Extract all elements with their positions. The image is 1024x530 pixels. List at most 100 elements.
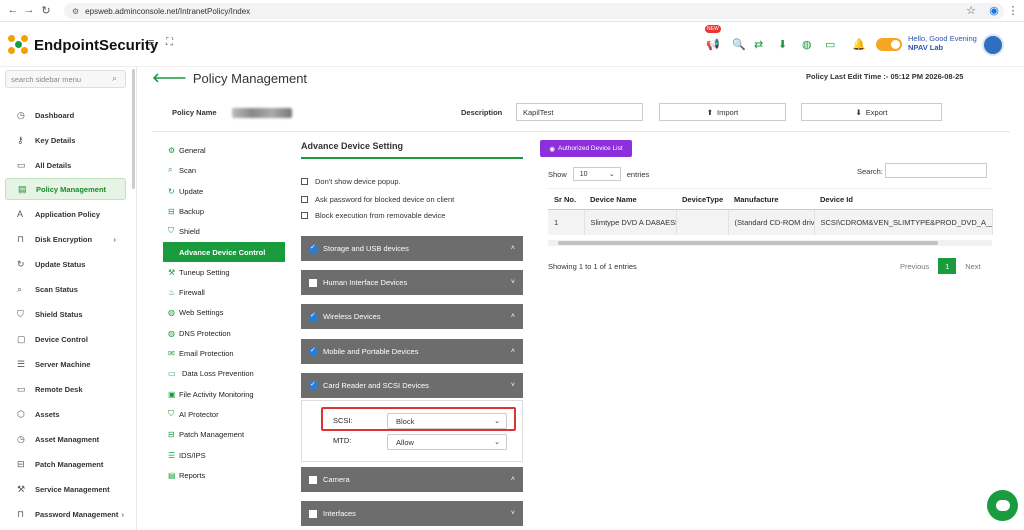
theme-toggle[interactable] [876,38,902,51]
bell-icon[interactable]: 🔔 [852,38,866,51]
section-checkbox[interactable] [309,243,317,253]
col-sr-no[interactable]: Sr No. [548,188,584,210]
sync-icon[interactable]: ⇄ [754,38,763,51]
section-checkbox[interactable] [309,380,317,390]
sidebar-item-scan-status[interactable]: ⌕ Scan Status [5,278,126,300]
card-icon[interactable]: ▭ [825,38,835,51]
export-button[interactable]: ⬇ Export [801,103,942,121]
authorized-device-list-button[interactable]: ◉ Authorized Device List [540,140,632,157]
profile-icon[interactable]: ◉ [985,4,1003,17]
sidebar-item-service-management[interactable]: ⚒ Service Management [5,478,126,500]
table-search-input[interactable] [885,163,987,178]
sidebar-item-password-management[interactable]: ⊓ Password Management › [5,503,126,525]
sidebar-search-input[interactable]: search sidebar menu ⌕ [5,70,126,88]
sidebar-item-update-status[interactable]: ↻ Update Status [5,253,126,275]
description-input[interactable]: KapilTest [516,103,643,121]
announcement-icon[interactable]: 📢 [706,38,720,51]
page-1-button[interactable]: 1 [938,258,957,274]
checkbox[interactable] [301,178,308,185]
table-horizontal-scrollbar[interactable] [548,240,992,246]
import-button[interactable]: ⬆ Import [659,103,786,121]
fullscreen-icon[interactable]: ⛶ [166,37,173,48]
col-device-name[interactable]: Device Name [584,188,676,210]
tab-advance-device-control[interactable]: Advance Device Control [163,242,285,262]
globe-icon[interactable]: ◍ [802,38,812,51]
tab-file-activity-monitoring[interactable]: ▣ File Activity Monitoring [163,384,285,404]
sidebar-item-device-control[interactable]: ▢ Device Control [5,328,126,350]
col-device-id[interactable]: Device Id [814,188,992,210]
sidebar-item-all-details[interactable]: ▭ All Details [5,154,126,176]
section-checkbox[interactable] [309,311,317,321]
sidebar-item-policy-management[interactable]: ▤ Policy Management [5,178,126,200]
logo[interactable]: EndpointSecurity [8,35,158,55]
section-card-reader-scsi[interactable]: Card Reader and SCSI Devices ˅ [301,373,523,398]
chevron-up-icon[interactable]: ˄ [511,348,515,355]
table-row[interactable]: 1 Slimtype DVD A DA8AESH (Standard CD-RO… [548,209,993,235]
section-camera[interactable]: Camera ˄ [301,467,523,492]
sidebar-item-disk-encryption[interactable]: ⊓ Disk Encryption › [5,228,126,250]
forward-icon[interactable]: → [20,4,38,16]
download-icon[interactable]: ⬇ [778,38,787,51]
chevron-down-icon[interactable]: ˅ [511,279,515,286]
checkbox[interactable] [301,196,308,203]
chevron-down-icon[interactable]: ˅ [511,510,515,517]
tab-dns-protection[interactable]: ◍ DNS Protection [163,323,285,343]
tab-email-protection[interactable]: ✉ Email Protection [163,343,285,363]
sidebar-item-asset-managment[interactable]: ◷ Asset Managment [5,428,126,450]
tab-ai-protector[interactable]: ⛉ AI Protector [163,404,285,424]
tab-web-settings[interactable]: ◍ Web Settings [163,302,285,322]
sidebar-item-patch-management[interactable]: ⊟ Patch Management [5,453,126,475]
tab-update[interactable]: ↻ Update [163,181,285,201]
avatar[interactable] [982,34,1004,56]
sidebar-item-application-policy[interactable]: A Application Policy [5,203,126,225]
menu-dots-icon[interactable]: ⋮ [1004,4,1022,17]
sidebar-item-dashboard[interactable]: ◷ Dashboard [5,104,126,126]
hamburger-menu-icon[interactable]: ≡ [148,37,154,49]
option-block-execution[interactable]: Block execution from removable device [301,211,445,220]
next-button[interactable]: Next [965,262,980,271]
chat-button[interactable] [987,490,1018,521]
option-dont-show-popup[interactable]: Don't show device popup. [301,177,401,186]
entries-select[interactable]: 10 ⌄ [572,167,621,181]
section-wireless[interactable]: Wireless Devices ˄ [301,304,523,329]
tab-firewall[interactable]: ♨ Firewall [163,282,285,302]
tab-reports[interactable]: ▤ Reports [163,465,285,485]
option-ask-password[interactable]: Ask password for blocked device on clien… [301,195,454,204]
tab-patch-management[interactable]: ⊟ Patch Management [163,424,285,444]
sidebar-item-assets[interactable]: ⬡ Assets [5,403,126,425]
tab-backup[interactable]: ⊟ Backup [163,201,285,221]
tab-scan[interactable]: ⌕ Scan [163,160,285,180]
tab-tuneup-setting[interactable]: ⚒ Tuneup Setting [163,262,285,282]
chevron-down-icon[interactable]: ˅ [511,382,515,389]
sidebar-scrollbar[interactable] [132,69,135,189]
section-checkbox[interactable] [309,278,317,287]
section-checkbox[interactable] [309,475,317,484]
section-human-interface[interactable]: Human Interface Devices ˅ [301,270,523,295]
address-bar[interactable]: ⚙ epsweb.adminconsole.net/IntranetPolicy… [64,3,1004,19]
checkbox[interactable] [301,212,308,219]
chevron-up-icon[interactable]: ˄ [511,476,515,483]
tab-general[interactable]: ⚙ General [163,140,285,160]
search-icon[interactable]: 🔍 [732,38,746,51]
col-manufacture[interactable]: Manufacture [728,188,814,210]
previous-button[interactable]: Previous [900,262,929,271]
bookmark-star-icon[interactable]: ☆ [962,4,980,17]
sidebar-item-server-machine[interactable]: ☰ Server Machine [5,353,126,375]
reload-icon[interactable]: ↻ [37,4,55,17]
back-arrow-icon[interactable]: 🡐 [152,70,187,86]
sidebar-item-remote-desk[interactable]: ▭ Remote Desk [5,378,126,400]
sidebar-item-key-details[interactable]: ⚷ Key Details [5,129,126,151]
tab-ids-ips[interactable]: ☰ IDS/IPS [163,445,285,465]
site-info-icon[interactable]: ⚙ [72,7,79,16]
sidebar-item-shield-status[interactable]: ⛉ Shield Status [5,303,126,325]
section-mobile-portable[interactable]: Mobile and Portable Devices ˄ [301,339,523,364]
section-checkbox[interactable] [309,346,317,356]
tab-data-loss-prevention[interactable]: ▭ Data Loss Prevention [163,363,285,383]
section-checkbox[interactable] [309,509,317,518]
section-storage-usb[interactable]: Storage and USB devices ˄ [301,236,523,261]
tab-shield[interactable]: ⛉ Shield [163,221,285,241]
mtd-select[interactable]: Allow ⌄ [387,434,507,450]
chevron-up-icon[interactable]: ˄ [511,313,515,320]
col-device-type[interactable]: DeviceType [676,188,728,210]
chevron-up-icon[interactable]: ˄ [511,245,515,252]
